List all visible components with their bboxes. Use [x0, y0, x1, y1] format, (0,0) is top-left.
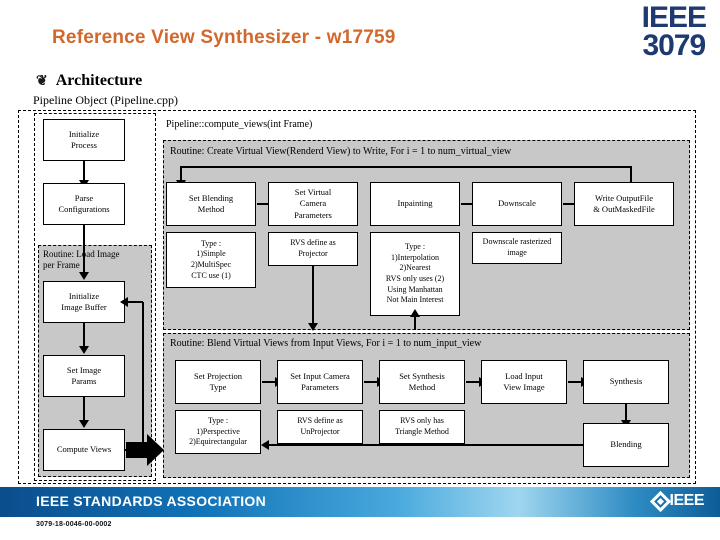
- logo-line-3079: 3079: [642, 28, 706, 62]
- page-title: Reference View Synthesizer - w17759: [52, 27, 396, 48]
- blend-note-set-projection-type: Type : 1)Perspective 2)Equirectangular: [175, 410, 261, 454]
- virtual-step-downscale[interactable]: Downscale: [472, 182, 562, 226]
- arrow-virtualcam-down-to-blend-routine: [308, 266, 318, 331]
- flow-box-initialize-image-buffer[interactable]: Initialize Image Buffer: [43, 281, 125, 323]
- virtual-note-inpainting: Type : 1)Interpolation 2)Nearest RVS onl…: [370, 232, 460, 316]
- document-number: 3079-18-0046-00-0002: [36, 521, 112, 528]
- section-subtitle: Pipeline Object (Pipeline.cpp): [33, 93, 178, 107]
- arrow-synthesis-to-blending: [621, 404, 631, 428]
- blend-step-set-projection-type[interactable]: Set Projection Type: [175, 360, 261, 404]
- section-heading: ❦ Architecture: [36, 72, 142, 90]
- blend-step-synthesis[interactable]: Synthesis: [583, 360, 669, 404]
- flow-box-parse-configurations[interactable]: Parse Configurations: [43, 183, 125, 225]
- compute-views-signature: Pipeline::compute_views(int Frame): [166, 119, 313, 130]
- fat-arrow-shaft: [126, 442, 148, 458]
- fat-arrow-head: [147, 434, 164, 466]
- section-heading-label: Architecture: [55, 72, 143, 89]
- virtual-note-set-virtual-camera-parameters: RVS define as Projector: [268, 232, 358, 266]
- blend-step-blending[interactable]: Blending: [583, 423, 669, 467]
- footer-ieee-label: IEEE: [669, 492, 705, 509]
- arrow-buffer-to-setimage: [79, 323, 89, 354]
- arrow-up-into-inpainting-note: [410, 309, 420, 330]
- virtual-step-write-output-file[interactable]: Write OutputFile & OutMaskedFile: [574, 182, 674, 226]
- virtual-loopback-arrow-down: [176, 167, 186, 188]
- flow-box-set-image-params[interactable]: Set Image Params: [43, 355, 125, 397]
- footer-bar: IEEE STANDARDS ASSOCIATION IEEE: [0, 487, 720, 517]
- virtual-step-inpainting[interactable]: Inpainting: [370, 182, 460, 226]
- routine-load-image-label: Routine: Load Image per Frame: [43, 249, 120, 271]
- ieee-diamond-icon: [649, 490, 671, 512]
- blend-step-set-input-camera-parameters[interactable]: Set Input Camera Parameters: [277, 360, 363, 404]
- arrow-parse-to-buffer: [79, 225, 89, 280]
- arrow-projection-to-inputcam: [262, 377, 283, 387]
- arrow-blending-loopback-to-projection: [261, 440, 584, 450]
- blend-step-set-synthesis-method[interactable]: Set Synthesis Method: [379, 360, 465, 404]
- footer-association-label: IEEE STANDARDS ASSOCIATION: [36, 493, 267, 509]
- arrow-initialize-to-parse: [79, 161, 89, 188]
- logo-line-ieee: IEEE: [641, 1, 707, 34]
- routine-blend-virtual-views-label: Routine: Blend Virtual Views from Input …: [170, 338, 482, 349]
- virtual-note-set-blending-method: Type : 1)Simple 2)MultiSpec CTC use (1): [166, 232, 256, 288]
- arrow-setimage-to-compute: [79, 397, 89, 428]
- virtual-step-set-blending-method[interactable]: Set Blending Method: [166, 182, 256, 226]
- arrow-loadinput-to-synthesis: [568, 377, 589, 387]
- blend-note-set-synthesis-method: RVS only has Triangle Method: [379, 410, 465, 444]
- blend-step-load-input-view-image[interactable]: Load Input View Image: [481, 360, 567, 404]
- virtual-note-downscale: Downscale rasterized image: [472, 232, 562, 264]
- virtual-step-set-virtual-camera-parameters[interactable]: Set Virtual Camera Parameters: [268, 182, 358, 226]
- arrow-synthesismethod-to-loadinput: [466, 377, 487, 387]
- virtual-loopback-top: [180, 166, 632, 168]
- routine-create-virtual-view-label: Routine: Create Virtual View(Renderd Vie…: [170, 146, 512, 157]
- ieee-3079-logo: IEEE 3079: [641, 1, 707, 62]
- compute-views-exit-arrow: [126, 434, 166, 466]
- flow-box-compute-views[interactable]: Compute Views: [43, 429, 125, 471]
- slide-root: Reference View Synthesizer - w17759 IEEE…: [0, 0, 720, 540]
- loopback-line-vertical-left: [142, 302, 144, 450]
- footer-ieee-brand: IEEE: [649, 490, 705, 512]
- diamond-bullet-icon: ❦: [36, 74, 48, 89]
- arrow-inputcam-to-synthesismethod: [364, 377, 385, 387]
- flow-box-initialize-process[interactable]: Initialize Process: [43, 119, 125, 161]
- loopback-arrow-to-buffer: [120, 297, 143, 307]
- blend-note-set-input-camera-parameters: RVS define as UnProjector: [277, 410, 363, 444]
